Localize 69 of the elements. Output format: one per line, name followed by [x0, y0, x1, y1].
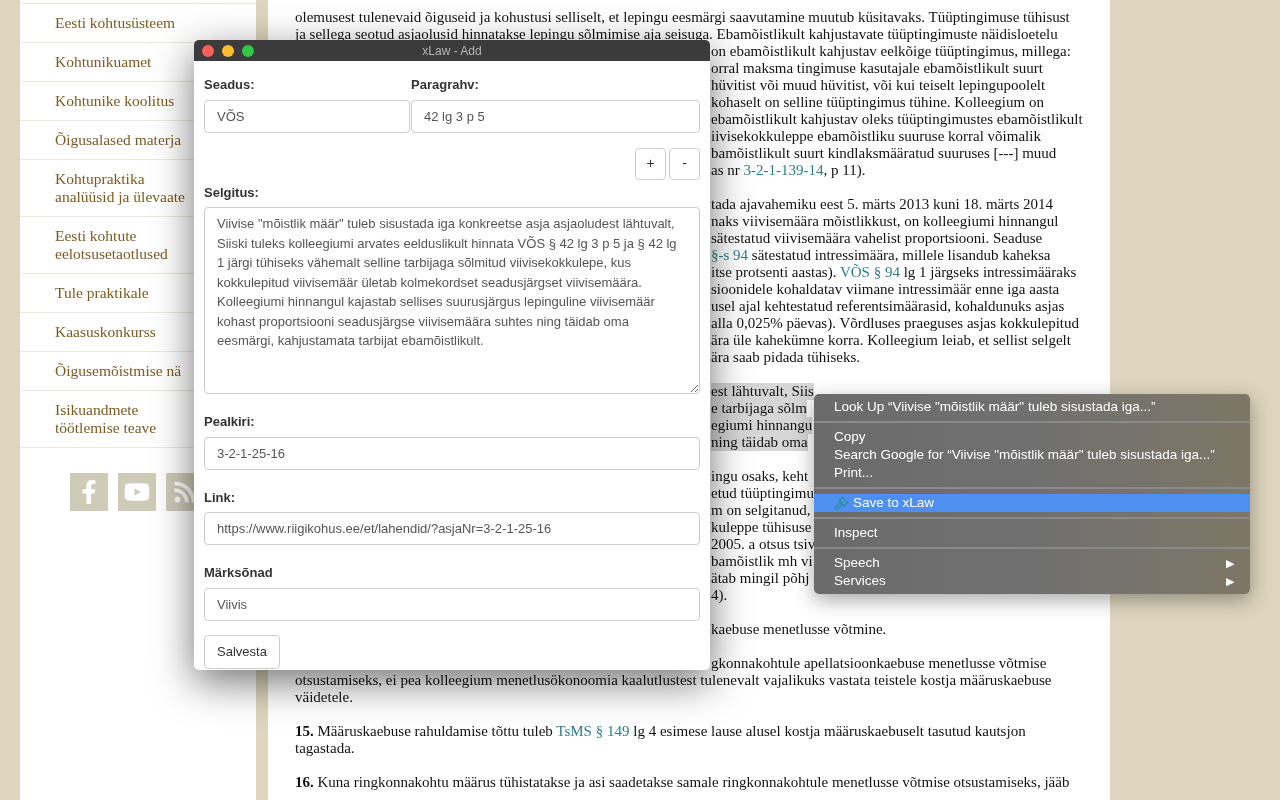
minimize-icon[interactable]: [222, 44, 234, 57]
article-line: tada ajavahemiku eest 5. märts 2013 kuni 18. märts 2014: [711, 196, 1053, 213]
article-line: sioonidele kohaldatav viimane intressimäär enne iga aasta: [711, 281, 1060, 298]
article-line: bamõistlik mh vi: [711, 553, 813, 570]
article-line: ära üle kahekümne korra. Kolleegium leiab, et sellist selgelt: [711, 332, 1071, 349]
menu-item[interactable]: Speech ▶: [814, 554, 1250, 572]
article-line: §-s 94 sätestatud intressimäära, millele lisandub kaheksa: [711, 247, 1051, 264]
article-line: 4).: [711, 587, 728, 604]
article-line: gkonnakohtule apellatsioonkaebuse menetlusse võtmise: [711, 655, 1047, 672]
article-line: olemusest tulenevaid õiguseid ja kohustusi selliselt, et lepingu eesmärgi saavutamine muutub küsitavaks. Tüüptingimuse tühisust: [295, 9, 1070, 26]
article-line: ätab mingil põhj: [711, 570, 810, 587]
law-link[interactable]: 3-2-1-139-14: [743, 162, 824, 178]
article-line: itse protsenti aastas). VÕS § 94 lg 1 järgseks intressimääraks: [711, 264, 1077, 281]
article-line: ära saab pidada tühiseks.: [711, 349, 861, 366]
title-field[interactable]: 3-2-1-25-16: [204, 436, 700, 470]
sidebar-link[interactable]: Eesti kohtusüsteem: [55, 14, 256, 32]
law-link[interactable]: TsMS § 149: [556, 723, 630, 739]
article-line: kohaselt on selline tüüptingimus tühine. Kolleegium on: [711, 94, 1044, 111]
law-field[interactable]: VÕS: [204, 99, 410, 133]
link-field[interactable]: https://www.riigikohus.ee/et/lahendid/?asjaNr=3-2-1-25-16: [204, 512, 700, 545]
article-line: iivisekokkuleppe ebamõistliku suuruse korral võimalik: [711, 128, 1041, 145]
window-title: xLaw - Add: [422, 42, 482, 60]
article-line: väidetele.: [295, 689, 353, 706]
submenu-arrow: ▶: [1226, 555, 1234, 571]
article-line: 16. Kuna ringkonnakohtu määrus tühistatakse ja asi saadetakse samale ringkonnakohtule menetlusse võtmise otsustamiseks, jääb: [295, 774, 1070, 791]
menu-item[interactable]: Inspect: [814, 524, 1250, 542]
article-line: otsustamiseks, ei pea kolleegium menetlusökonoomia kaalutlustest tulenevalt vajalikuks vastata teistele kostja määruskaebuse: [295, 672, 1052, 689]
article-line: etud tüüptingimu: [711, 485, 814, 502]
law-link[interactable]: §-s 94: [711, 247, 749, 263]
law-link[interactable]: VÕS § 94: [839, 264, 900, 280]
menu-item[interactable]: Search Google for “Viivise "mõistlik määr" tuleb sisustada iga...”: [814, 446, 1250, 464]
rss-icon[interactable]: [166, 473, 194, 511]
article-line: on ebamõistlikult kahjustav eelkõige tüüptingimus, millega:: [711, 43, 1071, 60]
maximize-icon[interactable]: [242, 44, 254, 57]
article-line: 2005. a otsus tsiv: [711, 536, 816, 553]
save-button[interactable]: Salvesta: [204, 634, 280, 669]
article-line: kuleppe tühisuse: [711, 519, 812, 536]
article-line: alla 0,025% päevas). Võrdluses praeguses asjas kokkulepitud: [711, 315, 1079, 332]
article-line: m on selgitanud,: [711, 502, 811, 519]
add-button[interactable]: +: [635, 147, 666, 180]
remove-button[interactable]: -: [669, 147, 700, 180]
menu-item[interactable]: Services ▶: [814, 572, 1250, 590]
field-label: Paragrahv:: [411, 76, 480, 94]
article-line: ebamõistlikult kahjustav oleks tüüptingimustes ebamõistlikult: [711, 111, 1083, 128]
article-line: ingu osaks, keht: [711, 468, 809, 485]
gavel-icon: [834, 495, 849, 511]
menu-item[interactable]: Copy: [814, 428, 1250, 446]
article-line: 15. Määruskaebuse rahuldamise tõttu tuleb TsMS § 149 lg 4 esimese lause alusel kostja määruskaebuselt tasutud kautsjon: [295, 723, 1026, 740]
field-label: Selgitus:: [204, 183, 260, 202]
close-icon[interactable]: [202, 44, 214, 57]
menu-item[interactable]: Print...: [814, 464, 1250, 482]
article-line: tagastada.: [295, 740, 355, 757]
article-line: as nr 3-2-1-139-14, p 11).: [711, 162, 866, 179]
field-label: Seadus:: [204, 76, 256, 94]
paragraph-field[interactable]: 42 lg 3 p 5: [411, 99, 700, 133]
article-line: hüvitist või muud hüvitist, või kui teiselt lepingupoolelt: [711, 77, 1046, 94]
article-line: naks viivisemäära mõistlikkust, on kolleegiumi hinnangul: [711, 213, 1059, 230]
explanation-field[interactable]: Viivise "mõistlik määr" tuleb sisustada iga konkreetse asja asjaoludest lähtuvalt, Siiski tuleks kolleegiumi arvates eelduslikult hinnata VÕS § 42 lg 3 p 5 ja § 42 lg 1 järgi tühiseks vähemalt selline tarbijaga sõlmitud viivisekokkulepe, kus kokkulepitud viivisemäär ületab kolmekordset seadusjärgset viivisemäära. Kolleegiumi hinnangul kajastab sellises suurusjärgus lepinguline viivisemäär kohast proportsiooni seadusjärgse viivisemäära suhtes ning täidab oma eesmärgi, kahjustamata tarbijat ebamõistlikult.: [204, 207, 700, 394]
submenu-arrow: ▶: [1226, 573, 1234, 589]
article-line: kaebuse menetlusse võtmine.: [711, 621, 887, 638]
field-label: Pealkiri:: [204, 413, 256, 431]
article-line: usel ajal kehtestatud referentsimäärasid, kohaldunuks asjas: [711, 298, 1065, 315]
article-line: bamõistlikult suurt kindlaksmääratud suuruses [---] muud: [711, 145, 1057, 162]
article-line: orral maksma tingimuse kasutajale ebamõistlikult suurt: [711, 60, 1043, 77]
keywords-field[interactable]: Viivis: [204, 587, 700, 621]
article-line: sätestatud viivisemäära vahelist proportsiooni. Seaduse: [711, 230, 1043, 247]
menu-item[interactable]: Look Up “Viivise "mõistlik määr" tuleb sisustada iga...”: [814, 398, 1250, 416]
field-label: Link:: [204, 488, 237, 507]
field-label: Märksõnad: [204, 564, 274, 582]
